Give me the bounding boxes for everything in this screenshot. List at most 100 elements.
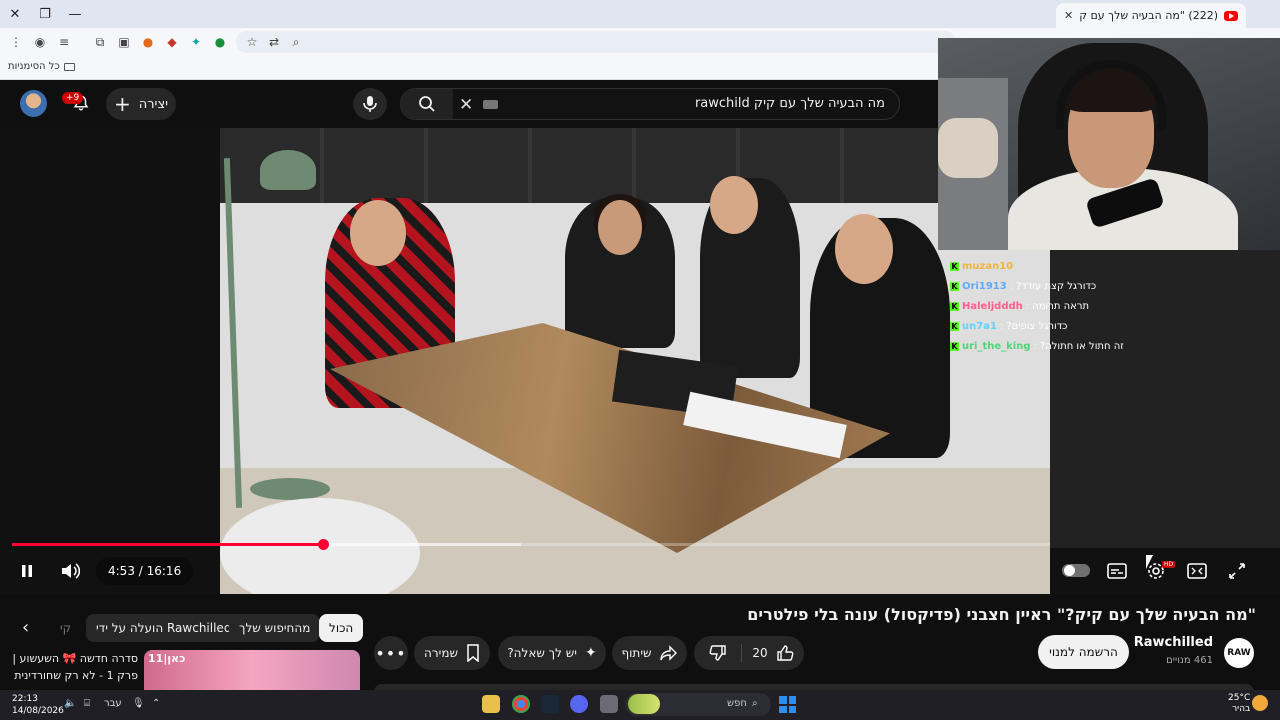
channel-avatar[interactable]: RAW (1224, 638, 1254, 668)
video-player[interactable] (0, 128, 1050, 594)
chat-separator: : (1025, 300, 1030, 312)
pause-button[interactable] (16, 560, 38, 582)
kick-badge-icon: K (950, 321, 959, 331)
voice-search-button[interactable] (353, 88, 387, 120)
discord-icon[interactable] (570, 695, 588, 713)
chat-message: K un7a1 : כדורגל צופים? (950, 316, 1130, 336)
ask-button[interactable]: ✦ יש לך שאלה? (498, 636, 606, 670)
subscribe-button[interactable]: הרשמה למנוי (1038, 635, 1129, 669)
chip-uploaded-by[interactable]: הועלה על ידי Rawchilled (86, 614, 242, 642)
fullscreen-button[interactable] (1226, 560, 1248, 582)
reading-list-icon[interactable]: ≡ (56, 34, 72, 50)
kick-badge-icon: K (950, 301, 959, 311)
keyboard-icon[interactable] (483, 100, 498, 109)
address-bar[interactable] (236, 31, 956, 53)
lamp (223, 158, 243, 508)
clock[interactable]: 22:13 14/08/2026 (12, 693, 64, 717)
extension-icon[interactable]: ● (140, 34, 156, 50)
stream-chat-overlay: K muzan10 K Ori1913 : כדורגל קצת עודד? K… (950, 256, 1130, 356)
tab-close-icon[interactable]: ✕ (1064, 9, 1073, 22)
chat-username: Ori1913 (962, 280, 1007, 292)
microphone-icon (363, 96, 377, 112)
volume-button[interactable] (59, 560, 81, 582)
extensions-icon[interactable]: ⧉ (92, 34, 108, 50)
speaker-icon[interactable]: 🔈 (64, 698, 76, 709)
minimize-window-icon[interactable]: — (60, 0, 90, 28)
extension-icon[interactable]: ✦ (188, 34, 204, 50)
bookmark-star-icon[interactable]: ☆ (244, 34, 260, 50)
lamp-base (250, 478, 330, 500)
acoustic-panels (220, 128, 1050, 203)
thumbs-up-icon (776, 645, 794, 661)
profile-icon[interactable]: ◉ (32, 34, 48, 50)
weather-moon-icon (1252, 695, 1268, 711)
chat-username: Haleljdddh (962, 300, 1023, 312)
share-button[interactable]: שיתוף (612, 636, 687, 670)
chat-message: K Ori1913 : כדורגל קצת עודד? (950, 276, 1130, 296)
video-frame (220, 128, 1050, 594)
chat-text: כדורגל צופים? (1006, 320, 1068, 332)
subtitles-button[interactable] (1106, 560, 1128, 582)
chevron-left-icon[interactable]: ‹ (22, 617, 29, 638)
weather-widget[interactable]: 25°C בהיר (1228, 693, 1250, 715)
like-button[interactable]: 20 (742, 636, 804, 670)
dislike-button[interactable] (698, 636, 738, 670)
app-icon[interactable] (482, 695, 500, 713)
clear-search-icon[interactable]: ✕ (459, 95, 473, 115)
theater-mode-icon (1187, 563, 1207, 579)
close-window-icon[interactable]: ✕ (0, 0, 30, 28)
chat-text: כדורגל קצת עודד? (1016, 280, 1097, 292)
progress-played (12, 543, 324, 546)
theater-mode-button[interactable] (1186, 560, 1208, 582)
save-label: שמירה (424, 646, 458, 660)
chip-partial[interactable]: קי (54, 614, 77, 642)
language-indicator[interactable]: עבר (104, 698, 122, 709)
cloth (938, 118, 998, 178)
search-highlight-image (628, 694, 660, 714)
extension-icon[interactable]: ▣ (116, 34, 132, 50)
account-avatar[interactable] (20, 90, 47, 117)
extension-icon[interactable]: ● (212, 34, 228, 50)
share-icon (659, 645, 677, 661)
extension-icon[interactable]: ◆ (164, 34, 180, 50)
restore-window-icon[interactable]: ❐ (30, 0, 60, 28)
search-input[interactable]: ✕ מה הבעיה שלך עם קיק rawchild (400, 88, 900, 120)
menu-dots-icon[interactable]: ⋮ (8, 34, 24, 50)
chat-message: K uri_the_king : זה חתול או חתולה? (950, 336, 1130, 356)
chat-message: K Haleljdddh : תראה תרומה (950, 296, 1130, 316)
search-icon (419, 96, 435, 112)
time-display: 4:53 / 16:16 (96, 557, 194, 585)
steam-icon[interactable] (541, 695, 559, 713)
share-label: שיתוף (621, 646, 652, 660)
plus-icon: + (113, 92, 131, 116)
create-label: יצירה (138, 96, 169, 112)
chip-from-search[interactable]: מהחיפוש שלך (229, 614, 321, 642)
create-button[interactable]: יצירה + (106, 88, 176, 120)
all-bookmarks[interactable]: כל הסימניות (8, 61, 75, 72)
video-title: "מה הבעיה שלך עם קיק?" ראיין חצבני (פדיק… (747, 605, 1256, 624)
bookmark-icon (467, 644, 479, 662)
mouse-cursor (1146, 555, 1153, 569)
kick-badge-icon: K (950, 281, 959, 291)
recommended-video-thumbnail[interactable]: כאן|11 (144, 650, 360, 690)
more-actions-button[interactable]: ••• (374, 636, 408, 670)
windows-start-icon[interactable] (779, 696, 796, 713)
chat-message: K muzan10 (950, 256, 1130, 276)
search-query: מה הבעיה שלך עם קיק rawchild (694, 96, 885, 111)
chrome-icon[interactable] (512, 695, 530, 713)
chip-all[interactable]: הכול (319, 614, 364, 642)
browser-tab-active[interactable]: (222) "מה הבעיה שלך עם ק ✕ (1056, 3, 1246, 28)
file-explorer-icon[interactable] (600, 695, 618, 713)
network-icon[interactable]: ⌸ (84, 698, 90, 709)
save-button[interactable]: שמירה (414, 636, 490, 670)
fullscreen-icon (1229, 563, 1245, 579)
all-bookmarks-label: כל הסימניות (8, 61, 60, 72)
chevron-up-icon[interactable]: ⌃ (152, 698, 160, 709)
translate-icon[interactable]: ⇄ (266, 34, 282, 50)
recommended-video-title[interactable]: סדרה חדשה 🎀 השעשוע | פרק 1 - לא רק שחורד… (10, 650, 138, 684)
channel-name[interactable]: Rawchilled (1134, 635, 1213, 650)
search-button[interactable] (401, 89, 453, 119)
zoom-icon[interactable]: ⌕ (288, 34, 304, 50)
microphone-tray-icon[interactable]: 🎙 (132, 698, 145, 709)
autoplay-toggle[interactable] (1062, 564, 1090, 577)
